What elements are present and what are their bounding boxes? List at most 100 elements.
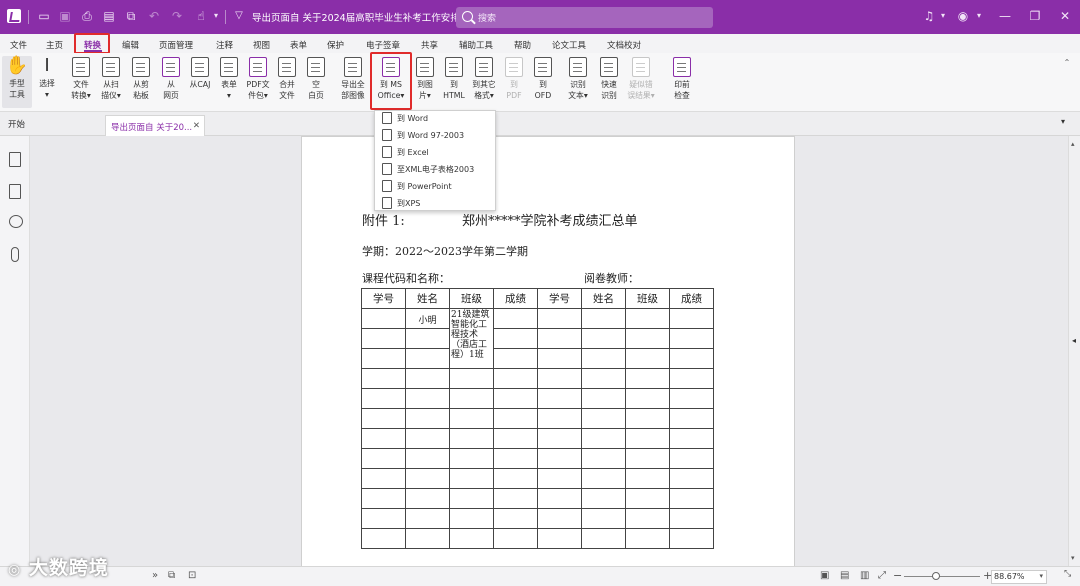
clipboard-icon (132, 57, 150, 77)
zoom-value: 88.67% (994, 572, 1025, 581)
document-view[interactable]: 附件 1: 郑州*****学院补考成绩汇总单 学期：2022～2023学年第二学… (31, 136, 1068, 566)
undo-icon[interactable]: ↶ (147, 9, 161, 23)
xps-icon (382, 196, 392, 209)
table-row (361, 468, 714, 489)
scroll-down-icon[interactable]: ▾ (1071, 554, 1075, 562)
table-header: 班级 (449, 288, 494, 309)
to-other-format-button[interactable]: 到其它 格式▾ (468, 56, 500, 101)
teacher-label: 阅卷教师： (584, 272, 639, 285)
menu-comment[interactable]: 注释 (216, 39, 233, 51)
menu-view[interactable]: 视图 (253, 39, 270, 51)
pages-icon[interactable] (9, 184, 21, 199)
save-icon[interactable]: ▣ (58, 9, 72, 23)
to-excel-item[interactable]: 到 Excel (382, 145, 429, 160)
pdf-package-button[interactable]: PDF文 件包▾ (243, 56, 273, 101)
minimize-icon[interactable]: — (998, 9, 1012, 23)
suspect-results-button[interactable]: 疑似错 误结果▾ (624, 56, 658, 101)
to-image-button[interactable]: 到图 片▾ (410, 56, 440, 101)
tab-start[interactable]: 开始 (8, 118, 25, 130)
scroll-up-icon[interactable]: ▴ (1071, 140, 1075, 148)
menu-page-manage[interactable]: 页面管理 (159, 39, 193, 51)
left-navigation-panel: ▸ (0, 136, 36, 566)
open-folder-icon[interactable]: ▭ (37, 9, 51, 23)
select-button[interactable]: Ⅰ 选择 ▾ (34, 56, 60, 100)
word-icon (382, 111, 392, 124)
menu-share[interactable]: 共享 (421, 39, 438, 51)
blank-page-icon (307, 57, 325, 77)
menu-help[interactable]: 帮助 (514, 39, 531, 51)
table-header: 姓名 (581, 288, 626, 309)
menu-form[interactable]: 表单 (290, 39, 307, 51)
hand-tool-button[interactable]: ✋ 手型 工具 (2, 56, 32, 108)
menu-file[interactable]: 文件 (10, 39, 27, 51)
single-page-view-icon[interactable]: ▣ (820, 570, 829, 581)
export-images-button[interactable]: 导出全 部图像 (336, 56, 370, 101)
continuous-view-icon[interactable]: ▤ (840, 570, 849, 581)
merge-files-button[interactable]: 合并 文件 (272, 56, 302, 101)
to-xps-item[interactable]: 到XPS (382, 196, 420, 211)
bookmark-icon[interactable] (9, 152, 21, 167)
export-icon[interactable]: ⧉ (124, 9, 138, 23)
two-page-view-icon[interactable]: ▥ (860, 570, 869, 581)
to-word-item[interactable]: 到 Word (382, 111, 428, 126)
from-web-button[interactable]: 从 网页 (156, 56, 186, 101)
zoom-slider[interactable] (904, 576, 980, 577)
ocr-text-button[interactable]: 识别 文本▾ (563, 56, 593, 101)
blank-page-button[interactable]: 空 白页 (301, 56, 331, 101)
ocr-icon (569, 57, 587, 77)
fullscreen-icon[interactable]: ⤢ (878, 570, 886, 581)
close-tab-icon[interactable]: ✕ (193, 121, 200, 131)
quick-access-menu-icon[interactable]: ▽ (232, 9, 246, 23)
menu-protect[interactable]: 保护 (327, 39, 344, 51)
expand-right-panel-icon[interactable]: ◂ (1072, 336, 1076, 345)
menu-edit[interactable]: 编辑 (122, 39, 139, 51)
view-mode-icon[interactable]: ⧉ (168, 570, 175, 581)
from-clipboard-button[interactable]: 从剪 粘板 (126, 56, 156, 101)
close-icon[interactable]: ✕ (1058, 9, 1072, 23)
chevron-down-icon[interactable]: ▾ (1039, 572, 1043, 580)
to-powerpoint-item[interactable]: 到 PowerPoint (382, 179, 452, 194)
redo-icon[interactable]: ↷ (170, 9, 184, 23)
menu-proofread[interactable]: 文档校对 (607, 39, 641, 51)
zoom-out-icon[interactable]: − (893, 569, 902, 582)
hand-tool-icon[interactable]: ☝ (194, 9, 208, 23)
vertical-scrollbar[interactable]: ▴ ◂ ▾ (1068, 136, 1080, 566)
expand-icon[interactable]: ⤡ (1064, 569, 1071, 579)
from-caj-button[interactable]: 从CAJ (184, 56, 216, 90)
new-doc-icon[interactable]: ▤ (102, 9, 116, 23)
to-html-button[interactable]: 到 HTML (438, 56, 470, 101)
to-xml-spreadsheet-item[interactable]: 至XML电子表格2003 (382, 162, 474, 177)
form-button[interactable]: 表单 ▾ (214, 56, 244, 101)
file-convert-button[interactable]: 文件 转换▾ (66, 56, 96, 101)
to-ofd-button[interactable]: 到 OFD (529, 56, 557, 101)
collapse-ribbon-icon[interactable]: ⌃ (1060, 56, 1074, 70)
to-word-97-item[interactable]: 到 Word 97-2003 (382, 128, 464, 143)
table-header: 班级 (625, 288, 670, 309)
fit-page-icon[interactable]: ⊡ (188, 570, 196, 581)
comment-icon[interactable] (9, 215, 23, 228)
tab-list-icon[interactable]: ▾ (1061, 117, 1065, 126)
from-scanner-button[interactable]: 从扫 描仪▾ (96, 56, 126, 101)
tab-document[interactable]: 导出页面自 关于20... ✕ (105, 115, 205, 136)
quick-ocr-button[interactable]: 快速 识别 (594, 56, 624, 101)
zoom-field[interactable]: 88.67% ▾ (991, 570, 1047, 584)
chevron-down-icon[interactable]: ▾ (936, 9, 950, 23)
zoom-slider-handle[interactable] (932, 572, 940, 580)
menu-e-signature[interactable]: 电子签章 (366, 39, 400, 51)
menu-thesis-tools[interactable]: 论文工具 (552, 39, 586, 51)
search-placeholder: 搜索 (478, 14, 497, 24)
print-icon[interactable]: ⎙ (80, 9, 94, 23)
to-pdf-button[interactable]: 到 PDF (501, 56, 527, 101)
menu-bar: 文件 主页 转换 编辑 页面管理 注释 视图 表单 保护 电子签章 共享 辅助工… (0, 34, 1080, 53)
chevron-down-icon[interactable]: ▾ (209, 9, 223, 23)
menu-assist-tools[interactable]: 辅助工具 (459, 39, 493, 51)
account-icon[interactable]: ◉ (956, 9, 970, 23)
menu-home[interactable]: 主页 (46, 39, 63, 51)
search-box[interactable]: 搜索 (456, 7, 713, 28)
attachment-icon[interactable] (11, 247, 19, 262)
chevron-down-icon[interactable]: ▾ (972, 9, 986, 23)
next-page-icon[interactable]: » (152, 570, 158, 581)
bell-icon[interactable]: ♫ (922, 9, 936, 23)
restore-icon[interactable]: ❐ (1028, 9, 1042, 23)
preflight-button[interactable]: 印前 检查 (668, 56, 696, 101)
